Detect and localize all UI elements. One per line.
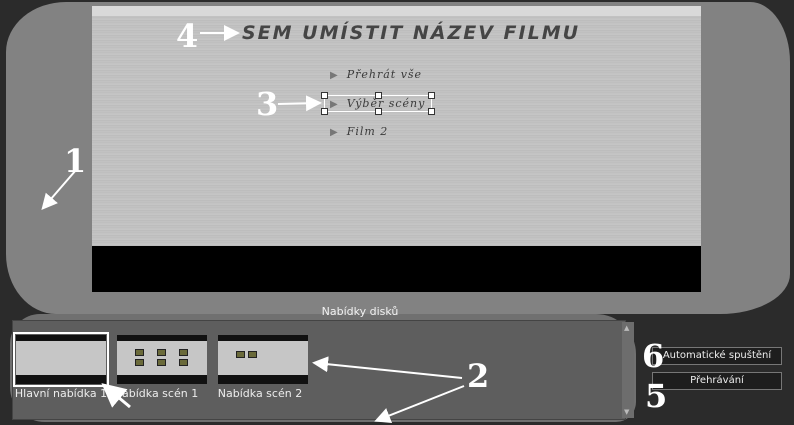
scene-icon	[135, 349, 144, 356]
thumbnail-scrollbar[interactable]: ▲ ▼	[622, 322, 634, 418]
play-triangle-icon: ▶	[330, 70, 339, 81]
thumbnail-label: Nabídka scén 2	[217, 387, 303, 400]
resize-handle[interactable]	[321, 108, 328, 115]
scene-icon	[157, 359, 166, 366]
autoplay-button[interactable]: Automatické spuštění	[652, 347, 782, 365]
thumbnail-main-menu[interactable]	[13, 332, 109, 387]
preview-top-strip	[92, 6, 701, 16]
thumbnail-scene-menu-2[interactable]	[218, 335, 308, 384]
resize-handle[interactable]	[428, 92, 435, 99]
thumbnail-label: Nabídka scén 1	[113, 387, 199, 400]
thumbnail-scene-menu-1[interactable]	[117, 335, 207, 384]
resize-handle[interactable]	[321, 92, 328, 99]
scroll-up-icon[interactable]: ▲	[624, 324, 629, 332]
disc-menus-heading: Nabídky disků	[321, 305, 399, 318]
callout-number-3: 3	[256, 85, 279, 123]
playback-button[interactable]: Přehrávání	[652, 372, 782, 390]
callout-number-1: 1	[64, 142, 87, 180]
callout-number-5: 5	[645, 377, 668, 415]
scene-icon	[236, 351, 245, 358]
scene-icon	[157, 349, 166, 356]
resize-handle[interactable]	[375, 92, 382, 99]
menu-button-film-2[interactable]: ▶ Film 2	[330, 125, 388, 138]
menu-button-label: Přehrát vše	[346, 68, 423, 81]
resize-handle[interactable]	[428, 108, 435, 115]
movie-title-text[interactable]: SEM UMÍSTIT NÁZEV FILMU	[242, 22, 580, 44]
scene-icon	[135, 359, 144, 366]
scene-icon	[179, 349, 188, 356]
thumbnail-label: Hlavní nabídka 1	[14, 387, 108, 400]
play-triangle-icon: ▶	[330, 127, 339, 138]
scene-icon	[248, 351, 257, 358]
callout-number-2: 2	[467, 357, 490, 395]
resize-handle[interactable]	[375, 108, 382, 115]
callout-number-6: 6	[642, 337, 665, 375]
selection-bounding-box[interactable]	[321, 92, 435, 115]
callout-number-4: 4	[176, 17, 199, 55]
menu-button-play-all[interactable]: ▶ Přehrát vše	[330, 68, 422, 81]
menu-button-label: Film 2	[346, 125, 389, 138]
scroll-down-icon[interactable]: ▼	[624, 408, 629, 416]
scene-icon	[179, 359, 188, 366]
